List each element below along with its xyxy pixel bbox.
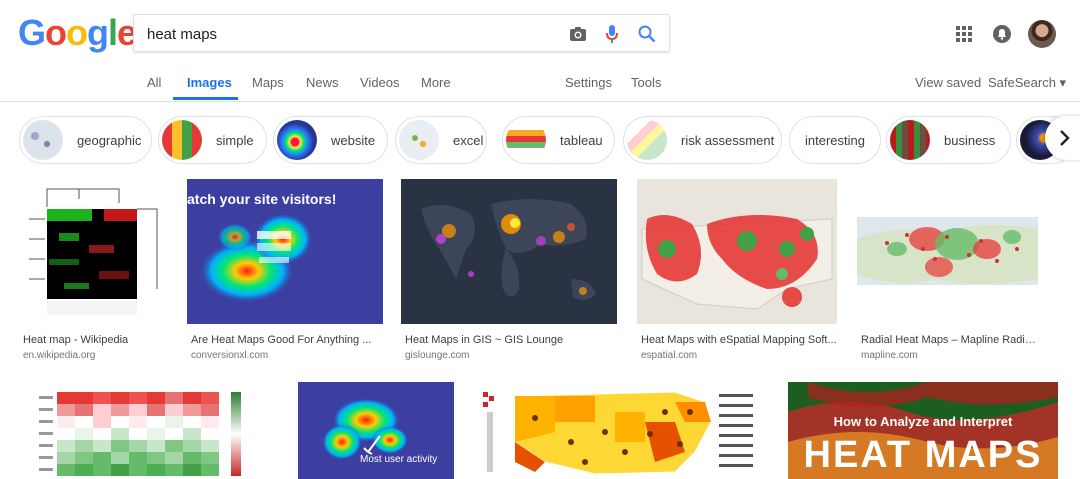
chip-label: simple <box>216 132 254 148</box>
image-result[interactable]: Radial Heat Maps – Mapline Radial ... ma… <box>857 179 1038 361</box>
result-thumbnail <box>401 179 617 324</box>
microphone-icon[interactable] <box>602 24 622 44</box>
result-title: Heat map - Wikipedia <box>23 334 129 346</box>
result-title: Heat Maps with eSpatial Mapping Soft... <box>641 334 837 346</box>
logo-letter: G <box>18 12 46 53</box>
chip-excel[interactable]: excel <box>395 116 487 164</box>
image-result[interactable]: Heat map - Wikipedia en.wikipedia.org <box>19 179 167 361</box>
view-saved-link[interactable]: View saved <box>915 75 981 90</box>
logo-letter: l <box>108 12 118 53</box>
chip-label: risk assessment <box>681 132 775 148</box>
chip-thumbnail <box>890 120 930 160</box>
chip-thumbnail <box>399 120 439 160</box>
image-result[interactable]: atch your site visitors! Are Heat Maps G… <box>187 179 383 361</box>
result-source: en.wikipedia.org <box>23 350 96 361</box>
chip-website[interactable]: website <box>273 116 388 164</box>
google-logo[interactable]: Google <box>18 12 137 54</box>
result-source: conversionxl.com <box>191 350 269 361</box>
chip-simple[interactable]: simple <box>158 116 267 164</box>
tab-videos[interactable]: Videos <box>360 75 400 90</box>
result-source: espatial.com <box>641 350 698 361</box>
tab-more[interactable]: More <box>421 75 451 90</box>
notifications-icon[interactable] <box>990 22 1014 46</box>
image-result[interactable]: How to Analyze and Interpret HEAT MAPS <box>788 382 1058 479</box>
chip-label: business <box>944 132 996 148</box>
chip-thumbnail <box>627 120 667 160</box>
chip-thumbnail <box>506 120 546 160</box>
result-overlay-text: atch your site visitors! <box>187 191 337 207</box>
result-thumbnail: Most user activity <box>298 382 454 479</box>
result-overlay-text: How to Analyze and Interpret <box>833 414 1013 429</box>
image-result[interactable]: Most user activity <box>298 382 454 479</box>
image-result[interactable]: Heat Maps with eSpatial Mapping Soft... … <box>637 179 837 361</box>
result-thumbnail: atch your site visitors! <box>187 179 383 324</box>
chip-thumbnail <box>162 120 202 160</box>
result-overlay-text: Most user activity <box>360 454 438 465</box>
logo-letter: g <box>87 12 109 53</box>
chip-label: interesting <box>805 132 865 148</box>
header: Google All Images Map <box>0 0 1080 102</box>
result-thumbnail <box>857 179 1038 324</box>
result-title: Are Heat Maps Good For Anything ... <box>191 334 372 346</box>
tab-all[interactable]: All <box>147 75 161 90</box>
google-images-page: Google All Images Map <box>0 0 1080 479</box>
result-thumbnail <box>19 382 277 479</box>
tab-images[interactable]: Images <box>187 75 232 90</box>
chip-label: website <box>331 132 376 148</box>
tab-news[interactable]: News <box>306 75 339 90</box>
camera-icon[interactable] <box>568 24 588 44</box>
logo-letter: o <box>66 12 88 53</box>
tab-settings[interactable]: Settings <box>565 75 612 90</box>
result-thumbnail: How to Analyze and Interpret HEAT MAPS <box>788 382 1058 479</box>
chip-label: geographic <box>77 132 142 148</box>
result-source: mapline.com <box>861 350 918 361</box>
search-icon[interactable] <box>637 24 657 44</box>
result-source: gislounge.com <box>405 350 470 361</box>
chip-thumbnail <box>23 120 63 160</box>
related-searches: geographic simple website excel tableau … <box>0 112 1080 168</box>
tab-maps[interactable]: Maps <box>252 75 284 90</box>
apps-grid-icon[interactable] <box>952 22 976 46</box>
result-thumbnail <box>637 179 837 324</box>
search-box <box>133 14 670 52</box>
result-title: Radial Heat Maps – Mapline Radial ... <box>861 334 1038 346</box>
chip-tableau[interactable]: tableau <box>502 116 615 164</box>
safesearch-menu[interactable]: SafeSearch ▾ <box>988 75 1066 91</box>
active-tab-indicator <box>173 97 238 100</box>
tab-tools[interactable]: Tools <box>631 75 661 90</box>
image-result[interactable]: Heat Maps in GIS ~ GIS Lounge gislounge.… <box>401 179 617 361</box>
image-result[interactable] <box>475 382 767 479</box>
chip-label: tableau <box>560 132 603 148</box>
avatar[interactable] <box>1028 20 1056 48</box>
chip-thumbnail <box>277 120 317 160</box>
search-input[interactable] <box>147 24 547 44</box>
result-title: Heat Maps in GIS ~ GIS Lounge <box>405 334 564 346</box>
result-thumbnail <box>475 382 767 479</box>
logo-letter: o <box>45 12 67 53</box>
result-thumbnail <box>19 179 167 324</box>
chip-label: excel <box>453 132 484 148</box>
chip-business[interactable]: business <box>886 116 1011 164</box>
image-result[interactable] <box>19 382 277 479</box>
chip-interesting[interactable]: interesting <box>789 116 881 164</box>
chip-geographic[interactable]: geographic <box>19 116 152 164</box>
chip-risk-assessment[interactable]: risk assessment <box>623 116 782 164</box>
result-overlay-text: HEAT MAPS <box>803 434 1043 476</box>
